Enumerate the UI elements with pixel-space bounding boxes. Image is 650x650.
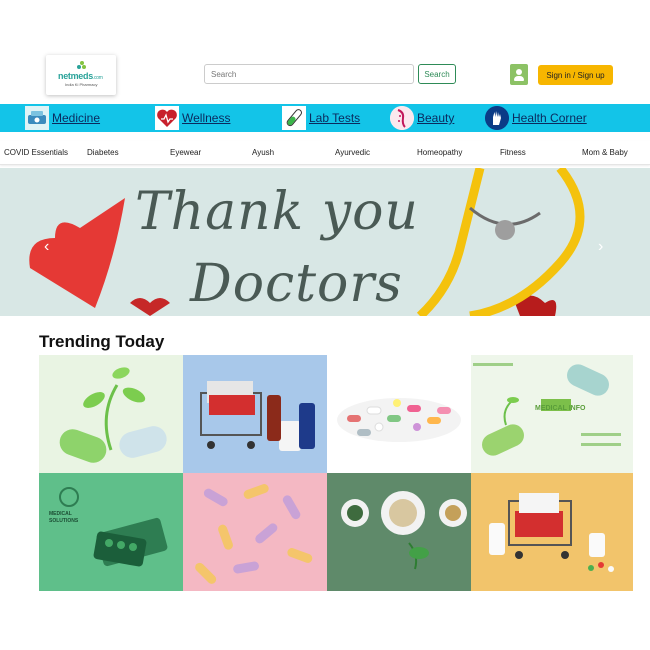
hero-carousel[interactable]: Thank you Doctors ‹ ›	[0, 168, 650, 316]
medicine-icon	[25, 106, 49, 130]
trending-tile-cart-with-bottles[interactable]	[471, 473, 633, 591]
subnav-mom-baby[interactable]: Mom & Baby	[582, 148, 628, 157]
trending-tile-assorted-pills[interactable]	[327, 355, 471, 473]
banner-line-1: Thank you	[135, 182, 419, 242]
trending-tile-softgel-capsules[interactable]	[183, 473, 327, 591]
nav-wellness-label: Wellness	[182, 111, 231, 125]
trending-tile-capsule-plant[interactable]	[39, 355, 183, 473]
main-nav: Medicine Wellness Lab Tests Beauty Healt…	[0, 104, 650, 132]
logo-tagline: India Ki Pharmacy	[65, 82, 98, 87]
subnav-covid-essentials[interactable]: COVID Essentials	[4, 148, 68, 157]
logo-name: netmeds.com	[58, 71, 103, 81]
nav-beauty-label: Beauty	[417, 111, 455, 125]
trending-tile-herbal-bowls[interactable]	[327, 473, 471, 591]
subnav-ayush[interactable]: Ayush	[252, 148, 274, 157]
nav-medicine-label: Medicine	[52, 111, 101, 125]
logo-dots-icon	[77, 61, 87, 70]
trending-title: Trending Today	[39, 332, 165, 351]
search-button[interactable]: Search	[418, 64, 456, 84]
wellness-heart-icon	[155, 106, 179, 130]
header: netmeds.com India Ki Pharmacy Search Sig…	[0, 55, 650, 97]
subnav-fitness[interactable]: Fitness	[500, 148, 526, 157]
trending-tile-medical-info[interactable]: MEDICAL INFO	[471, 355, 633, 473]
test-tube-icon	[282, 106, 306, 130]
nav-health-corner[interactable]: Health Corner	[485, 104, 587, 132]
nav-health-corner-label: Health Corner	[512, 111, 587, 125]
subnav-homeopathy[interactable]: Homeopathy	[417, 148, 462, 157]
nav-beauty[interactable]: Beauty	[390, 104, 454, 132]
trending-grid: MEDICAL INFO MEDICAL SOLUTIONS	[39, 355, 633, 591]
search-input[interactable]	[204, 64, 414, 84]
beauty-icon	[390, 106, 414, 130]
subnav-ayurvedic[interactable]: Ayurvedic	[335, 148, 370, 157]
category-subnav: COVID Essentials Diabetes Eyewear Ayush …	[0, 141, 650, 165]
health-hand-icon	[485, 106, 509, 130]
signin-button[interactable]: Sign in / Sign up	[538, 65, 613, 85]
medical-info-caption: MEDICAL INFO	[535, 405, 586, 412]
subnav-eyewear[interactable]: Eyewear	[170, 148, 201, 157]
trending-tile-shopping-cart-pills[interactable]	[183, 355, 327, 473]
nav-medicine[interactable]: Medicine	[25, 104, 100, 132]
trending-tile-medical-solutions[interactable]: MEDICAL SOLUTIONS	[39, 473, 183, 591]
nav-lab-tests-label: Lab Tests	[309, 111, 361, 125]
netmeds-home-page: netmeds.com India Ki Pharmacy Search Sig…	[0, 0, 650, 650]
subnav-diabetes[interactable]: Diabetes	[87, 148, 119, 157]
user-icon[interactable]	[510, 64, 528, 85]
carousel-prev-icon[interactable]: ‹	[44, 238, 49, 256]
medical-solutions-caption: MEDICAL SOLUTIONS	[49, 511, 79, 524]
nav-wellness[interactable]: Wellness	[155, 104, 230, 132]
carousel-next-icon[interactable]: ›	[598, 238, 603, 256]
nav-lab-tests[interactable]: Lab Tests	[282, 104, 360, 132]
netmeds-logo[interactable]: netmeds.com India Ki Pharmacy	[46, 55, 116, 95]
banner-line-2: Doctors	[190, 254, 403, 314]
